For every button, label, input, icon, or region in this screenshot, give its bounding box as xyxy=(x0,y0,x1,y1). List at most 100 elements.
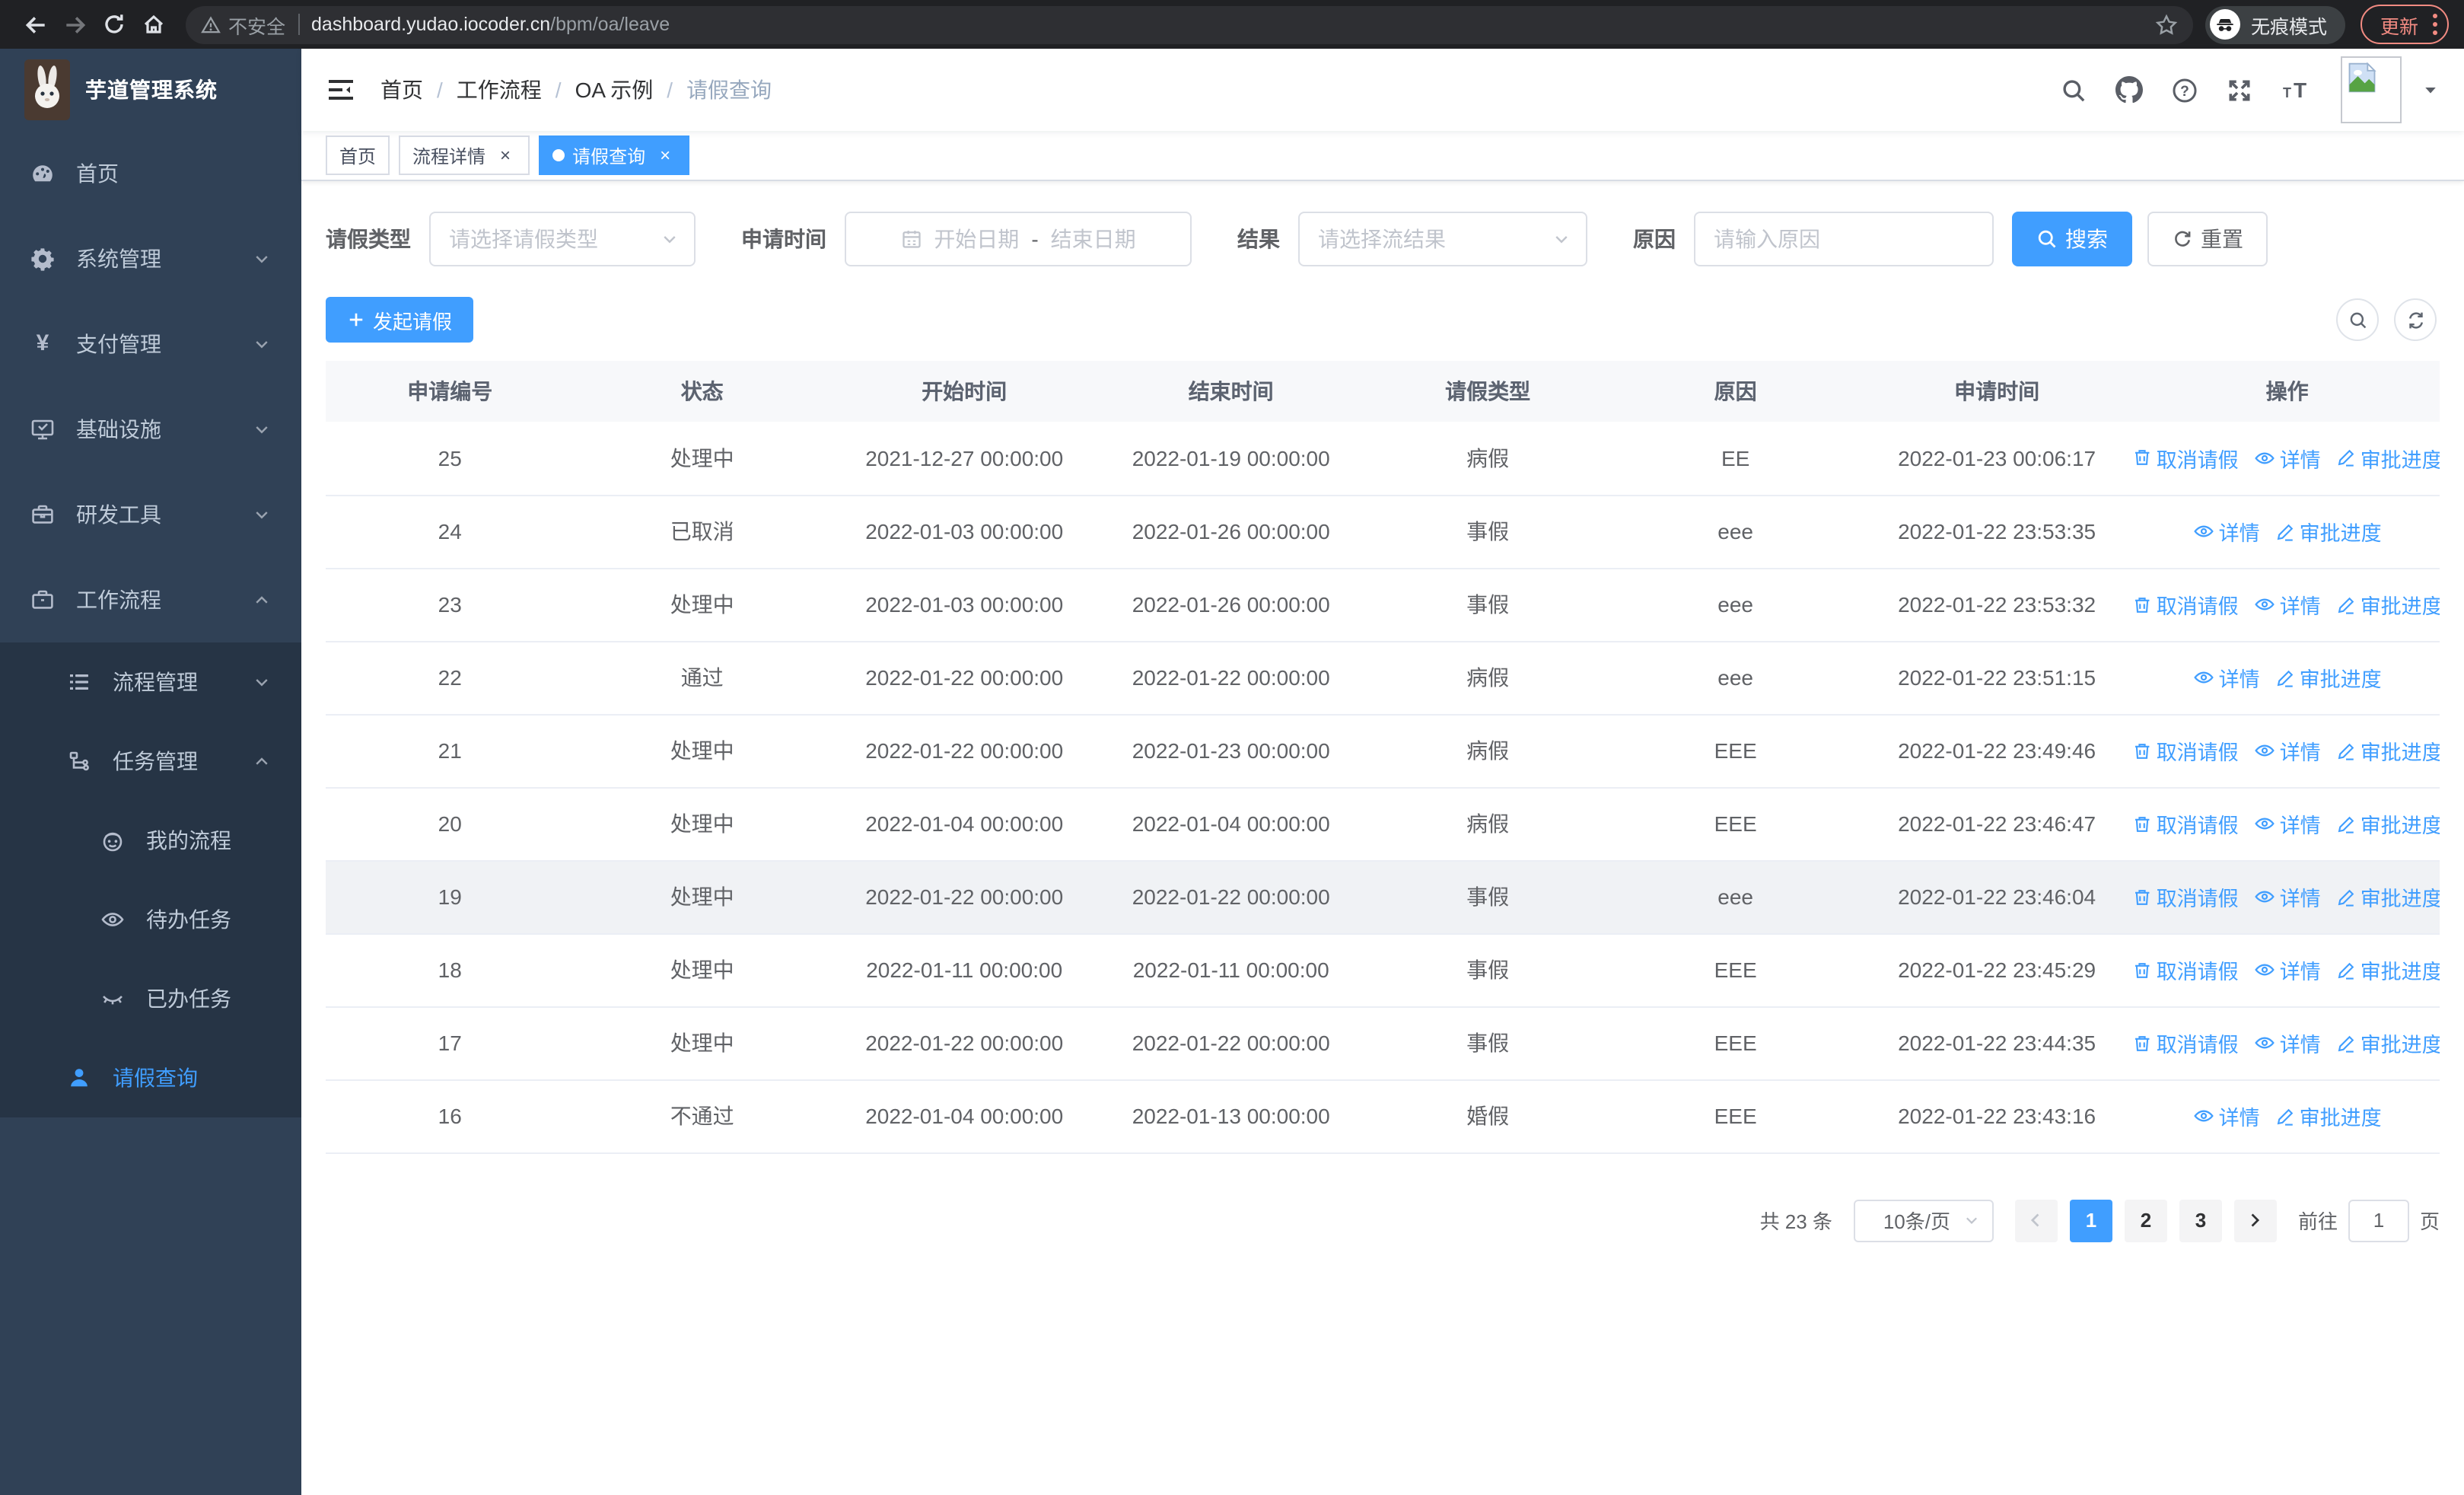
sidebar-item-系统管理[interactable]: 系统管理 xyxy=(0,216,301,301)
page-size-select[interactable]: 10条/页 xyxy=(1853,1199,1994,1242)
browser-forward-icon[interactable] xyxy=(55,5,94,44)
sidebar-item-已办任务[interactable]: 已办任务 xyxy=(0,959,301,1038)
table-row: 23 处理中 2022-01-03 00:00:00 2022-01-26 00:00… xyxy=(326,568,2440,642)
sidebar-item-任务管理[interactable]: 任务管理 xyxy=(0,722,301,801)
column-header: 操作 xyxy=(2135,361,2440,422)
person-icon xyxy=(67,1066,91,1090)
filter-row: 请假类型 请选择请假类型 申请时间 开始日期 - 结束日期 结果 请选择流结果 … xyxy=(326,212,2440,266)
sidebar-item-请假查询[interactable]: 请假查询 xyxy=(0,1038,301,1117)
tab-请假查询[interactable]: 请假查询 × xyxy=(539,135,690,175)
reason-input[interactable] xyxy=(1714,227,1974,251)
action-详情[interactable]: 详情 xyxy=(2193,1101,2260,1131)
browser-update-chip[interactable]: 更新 xyxy=(2360,5,2449,44)
cell-reason: EEE xyxy=(1612,1006,1859,1080)
action-详情[interactable]: 详情 xyxy=(2254,735,2321,766)
not-secure-warning[interactable]: 不安全 xyxy=(201,10,285,39)
action-审批进度[interactable]: 审批进度 xyxy=(2336,881,2440,912)
next-page-button[interactable] xyxy=(2233,1199,2277,1242)
result-select[interactable]: 请选择流结果 xyxy=(1298,212,1587,266)
page-button-1[interactable]: 1 xyxy=(2069,1199,2112,1242)
action-取消请假[interactable]: 取消请假 xyxy=(2135,1028,2239,1058)
prev-page-button[interactable] xyxy=(2014,1199,2058,1242)
url-text[interactable]: dashboard.yudao.iocoder.cn/bpm/oa/leave xyxy=(311,14,670,35)
breadcrumb-item[interactable]: 工作流程 xyxy=(457,75,542,105)
chevron-down-icon[interactable] xyxy=(2421,81,2440,99)
leave-type-select[interactable]: 请选择请假类型 xyxy=(429,212,696,266)
sidebar-item-首页[interactable]: 首页 xyxy=(0,131,301,216)
fullscreen-icon[interactable] xyxy=(2227,77,2252,103)
search-button[interactable]: 搜索 xyxy=(2012,212,2132,266)
sidebar-collapse-icon[interactable] xyxy=(326,75,356,105)
font-size-icon[interactable]: TT xyxy=(2281,77,2312,103)
sidebar-item-研发工具[interactable]: 研发工具 xyxy=(0,472,301,557)
sidebar-item-支付管理[interactable]: ¥ 支付管理 xyxy=(0,301,301,387)
action-审批进度[interactable]: 审批进度 xyxy=(2275,662,2382,693)
action-审批进度[interactable]: 审批进度 xyxy=(2275,516,2382,547)
action-审批进度[interactable]: 审批进度 xyxy=(2336,443,2440,473)
goto-page-input[interactable] xyxy=(2348,1199,2409,1242)
action-审批进度[interactable]: 审批进度 xyxy=(2336,1028,2440,1058)
action-详情[interactable]: 详情 xyxy=(2193,516,2260,547)
github-icon[interactable] xyxy=(2115,76,2143,104)
tab-label: 流程详情 xyxy=(412,145,486,167)
hide-search-button[interactable] xyxy=(2336,298,2379,341)
cell-reason: EE xyxy=(1612,422,1859,496)
action-取消请假[interactable]: 取消请假 xyxy=(2135,735,2239,766)
sidebar-item-工作流程[interactable]: 工作流程 xyxy=(0,557,301,642)
action-审批进度[interactable]: 审批进度 xyxy=(2336,735,2440,766)
action-详情[interactable]: 详情 xyxy=(2254,955,2321,985)
sidebar-item-我的流程[interactable]: 我的流程 xyxy=(0,801,301,880)
action-取消请假[interactable]: 取消请假 xyxy=(2135,589,2239,620)
action-取消请假[interactable]: 取消请假 xyxy=(2135,955,2239,985)
action-详情[interactable]: 详情 xyxy=(2254,1028,2321,1058)
action-取消请假[interactable]: 取消请假 xyxy=(2135,881,2239,912)
start-date-placeholder[interactable]: 开始日期 xyxy=(934,224,1019,254)
action-详情[interactable]: 详情 xyxy=(2193,662,2260,693)
breadcrumb-item: 请假查询 xyxy=(686,78,772,102)
action-审批进度[interactable]: 审批进度 xyxy=(2275,1101,2382,1131)
action-审批进度[interactable]: 审批进度 xyxy=(2336,955,2440,985)
logo[interactable]: 芋道管理系统 xyxy=(0,49,301,131)
browser-home-icon[interactable] xyxy=(134,5,173,44)
tab-流程详情[interactable]: 流程详情 × xyxy=(399,135,530,175)
browser-menu-dots-icon xyxy=(2433,14,2437,35)
action-审批进度[interactable]: 审批进度 xyxy=(2336,589,2440,620)
search-icon[interactable] xyxy=(2061,77,2087,103)
action-审批进度[interactable]: 审批进度 xyxy=(2336,808,2440,839)
update-label[interactable]: 更新 xyxy=(2380,10,2418,39)
action-详情[interactable]: 详情 xyxy=(2254,808,2321,839)
breadcrumb-item[interactable]: OA 示例 xyxy=(575,75,654,105)
sidebar-item-待办任务[interactable]: 待办任务 xyxy=(0,880,301,959)
refresh-table-button[interactable] xyxy=(2394,298,2437,341)
close-icon[interactable]: × xyxy=(495,145,516,166)
help-icon[interactable]: ? xyxy=(2172,77,2198,103)
cell-status: 处理中 xyxy=(574,787,830,861)
url-bar[interactable]: 不安全 dashboard.yudao.iocoder.cn/bpm/oa/le… xyxy=(186,5,2193,43)
action-取消请假[interactable]: 取消请假 xyxy=(2135,808,2239,839)
date-range-picker[interactable]: 开始日期 - 结束日期 xyxy=(845,212,1192,266)
cell-reason: eee xyxy=(1612,495,1859,569)
screen: 不安全 dashboard.yudao.iocoder.cn/bpm/oa/le… xyxy=(0,0,2464,1495)
create-leave-button[interactable]: 发起请假 xyxy=(326,297,474,343)
browser-reload-icon[interactable] xyxy=(94,5,134,44)
breadcrumb-item[interactable]: 首页 xyxy=(380,75,423,105)
end-date-placeholder[interactable]: 结束日期 xyxy=(1051,224,1136,254)
action-label: 取消请假 xyxy=(2156,741,2239,764)
action-取消请假[interactable]: 取消请假 xyxy=(2135,443,2239,473)
action-详情[interactable]: 详情 xyxy=(2254,589,2321,620)
sidebar-item-流程管理[interactable]: 流程管理 xyxy=(0,642,301,722)
page-button-3[interactable]: 3 xyxy=(2179,1199,2222,1242)
reset-button[interactable]: 重置 xyxy=(2147,212,2268,266)
bookmark-star-icon[interactable] xyxy=(2155,13,2178,36)
avatar[interactable] xyxy=(2341,56,2402,123)
close-icon[interactable]: × xyxy=(654,145,676,166)
sidebar-item-基础设施[interactable]: 基础设施 xyxy=(0,387,301,472)
action-详情[interactable]: 详情 xyxy=(2254,881,2321,912)
page-button-2[interactable]: 2 xyxy=(2124,1199,2167,1242)
breadcrumb: 首页 / 工作流程 / OA 示例 / 请假查询 xyxy=(380,75,772,105)
action-详情[interactable]: 详情 xyxy=(2254,443,2321,473)
browser-back-icon[interactable] xyxy=(15,5,55,44)
sidebar-item-label: 已办任务 xyxy=(146,987,231,1011)
cell-start_time: 2022-01-22 00:00:00 xyxy=(829,641,1099,715)
tab-首页[interactable]: 首页 xyxy=(326,135,390,175)
